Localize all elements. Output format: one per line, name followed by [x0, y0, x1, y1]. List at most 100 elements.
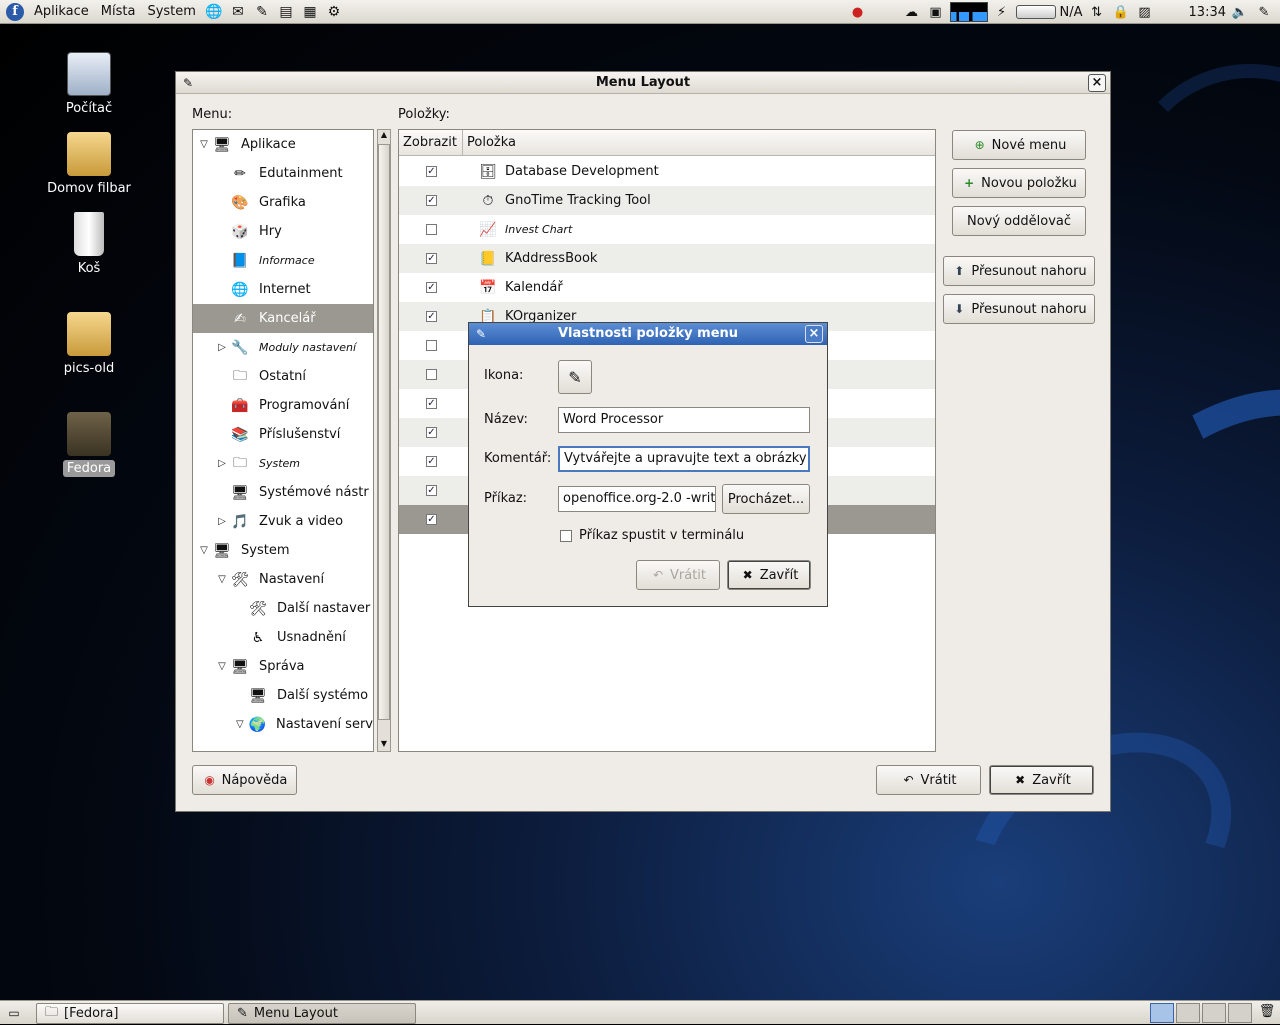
workspace-4[interactable]	[1228, 1003, 1252, 1023]
close-icon[interactable]: ×	[1088, 74, 1106, 92]
comment-field[interactable]: Vytvářejte a upravujte text a obrázky v	[558, 446, 810, 472]
show-checkbox[interactable]: ✓	[426, 282, 437, 293]
tree-item[interactable]: 🧰 Programování	[193, 391, 373, 420]
tree-item[interactable]: ♿ Usnadnění	[193, 623, 373, 652]
web-browser-icon[interactable]: 🌐	[204, 3, 224, 21]
power-plug-icon[interactable]: ⚡	[992, 3, 1012, 21]
tree-item[interactable]: 📘 Informace	[193, 246, 373, 275]
task-fedora[interactable]: 🗀 [Fedora]	[36, 1003, 224, 1024]
list-item[interactable]: 📈 Invest Chart	[399, 215, 935, 244]
workspace-1[interactable]	[1150, 1003, 1174, 1023]
tree-item[interactable]: 🌐 Internet	[193, 275, 373, 304]
command-field[interactable]: openoffice.org-2.0 -writ	[558, 486, 716, 512]
list-item[interactable]: ✓ 📅 Kalendář	[399, 273, 935, 302]
show-checkbox[interactable]: ✓	[426, 514, 437, 525]
dialog-revert-button[interactable]: ↶ Vrátit	[636, 560, 720, 590]
settings-icon[interactable]: ⚙	[324, 3, 344, 21]
column-item[interactable]: Položka	[463, 130, 516, 155]
expander-open-icon[interactable]: ▽	[215, 574, 229, 585]
update-notifier-icon[interactable]: ●	[848, 3, 868, 21]
clock[interactable]: 13:34	[1189, 5, 1226, 20]
expander-open-icon[interactable]: ▽	[233, 719, 247, 730]
desktop-icon-computer[interactable]: Počítač	[34, 52, 144, 117]
show-checkbox[interactable]	[426, 340, 437, 351]
workspace-2[interactable]	[1176, 1003, 1200, 1023]
task-menu-layout[interactable]: ✎ Menu Layout	[228, 1003, 416, 1024]
show-checkbox[interactable]: ✓	[426, 253, 437, 264]
tree-item[interactable]: ✍ Kancelář	[193, 304, 373, 333]
move-down-button[interactable]: ⬇ Přesunout nahoru	[943, 294, 1095, 324]
desktop-icon-home[interactable]: Domov filbar	[34, 132, 144, 197]
system-menu[interactable]: System	[141, 0, 201, 24]
icon-picker-button[interactable]: ✎	[558, 360, 592, 394]
browse-button[interactable]: Procházet...	[722, 484, 810, 514]
trash-icon[interactable]: 🗑	[1258, 1004, 1276, 1022]
new-menu-button[interactable]: ⊕ Nové menu	[952, 130, 1086, 160]
window-titlebar[interactable]: ✎ Menu Layout ×	[176, 72, 1110, 94]
expander-closed-icon[interactable]: ▷	[215, 342, 229, 353]
tree-item[interactable]: ▽ 🛠 Nastavení	[193, 565, 373, 594]
battery-indicator[interactable]	[1015, 5, 1056, 19]
close-button[interactable]: ✖ Zavřít	[989, 765, 1094, 795]
expander-open-icon[interactable]: ▽	[197, 545, 211, 556]
menu-tree-scrollbar[interactable]: ▲ ▼	[377, 129, 391, 752]
expander-closed-icon[interactable]: ▷	[215, 516, 229, 527]
show-checkbox[interactable]	[426, 369, 437, 380]
list-item[interactable]: ✓ ⏱ GnoTime Tracking Tool	[399, 186, 935, 215]
weather-icon[interactable]: ☁	[902, 3, 922, 21]
terminal-checkbox[interactable]	[560, 530, 572, 542]
show-desktop-icon[interactable]: ▭	[4, 1004, 24, 1022]
name-field[interactable]: Word Processor	[558, 407, 810, 433]
tree-item[interactable]: 🖥 Další systémo	[193, 681, 373, 710]
calc-icon[interactable]: ▦	[300, 3, 320, 21]
tree-item[interactable]: 🛠 Další nastaver	[193, 594, 373, 623]
tree-item[interactable]: ▷ 🔧 Moduly nastavení	[193, 333, 373, 362]
column-show[interactable]: Zobrazit	[399, 130, 463, 155]
places-menu[interactable]: Místa	[95, 0, 142, 24]
show-checkbox[interactable]: ✓	[426, 195, 437, 206]
scroll-up-icon[interactable]: ▲	[378, 130, 390, 142]
tree-item[interactable]: ▽ 🖥 Správa	[193, 652, 373, 681]
desktop-icon-fedora[interactable]: Fedora	[34, 412, 144, 477]
tree-item[interactable]: ▽ 🌍 Nastavení serv	[193, 710, 373, 739]
tree-item[interactable]: 🎨 Grafika	[193, 188, 373, 217]
new-item-button[interactable]: + Novou položku	[952, 168, 1086, 198]
writer-icon[interactable]: ✎	[252, 3, 272, 21]
volume-icon[interactable]: 🔈	[1230, 3, 1250, 21]
fedora-logo-icon[interactable]: f	[6, 2, 24, 21]
network-monitor[interactable]	[949, 2, 988, 22]
tree-item[interactable]: ▷ 🗀 System	[193, 449, 373, 478]
email-icon[interactable]: ✉	[228, 3, 248, 21]
workspace-3[interactable]	[1202, 1003, 1226, 1023]
new-separator-button[interactable]: Nový oddělovač	[952, 206, 1086, 236]
network-icon[interactable]: ⇅	[1087, 3, 1107, 21]
desktop-icon-pics-old[interactable]: pics-old	[34, 312, 144, 377]
list-item[interactable]: ✓ 📒 KAddressBook	[399, 244, 935, 273]
notes-icon[interactable]: ✎	[1254, 3, 1274, 21]
expander-open-icon[interactable]: ▽	[197, 139, 211, 150]
tree-item[interactable]: ▽ 🖥 System	[193, 536, 373, 565]
tree-item[interactable]: ▽ 🖥 Aplikace	[193, 130, 373, 159]
show-checkbox[interactable]: ✓	[426, 456, 437, 467]
revert-button[interactable]: ↶ Vrátit	[876, 765, 981, 795]
dialog-titlebar[interactable]: ✎ Vlastnosti položky menu ×	[469, 323, 827, 345]
tree-item[interactable]: 🗀 Ostatní	[193, 362, 373, 391]
close-icon[interactable]: ×	[805, 325, 823, 343]
tree-item[interactable]: 📚 Příslušenství	[193, 420, 373, 449]
help-button[interactable]: ◉ Nápověda	[192, 765, 297, 795]
expander-closed-icon[interactable]: ▷	[215, 458, 229, 469]
screen-icon[interactable]: ▣	[926, 3, 946, 21]
show-checkbox[interactable]: ✓	[426, 166, 437, 177]
impress-icon[interactable]: ▤	[276, 3, 296, 21]
dialog-close-button[interactable]: ✖ Zavřít	[727, 560, 811, 590]
expander-open-icon[interactable]: ▽	[215, 661, 229, 672]
applications-menu[interactable]: Aplikace	[28, 0, 95, 24]
show-checkbox[interactable]: ✓	[426, 427, 437, 438]
scroll-thumb[interactable]	[378, 144, 390, 720]
scroll-down-icon[interactable]: ▼	[378, 739, 390, 751]
tree-item[interactable]: 🎲 Hry	[193, 217, 373, 246]
show-checkbox[interactable]: ✓	[426, 485, 437, 496]
list-item[interactable]: ✓ 🗄 Database Development	[399, 157, 935, 186]
show-checkbox[interactable]	[426, 224, 437, 235]
tree-item[interactable]: 🖥 Systémové nástr	[193, 478, 373, 507]
